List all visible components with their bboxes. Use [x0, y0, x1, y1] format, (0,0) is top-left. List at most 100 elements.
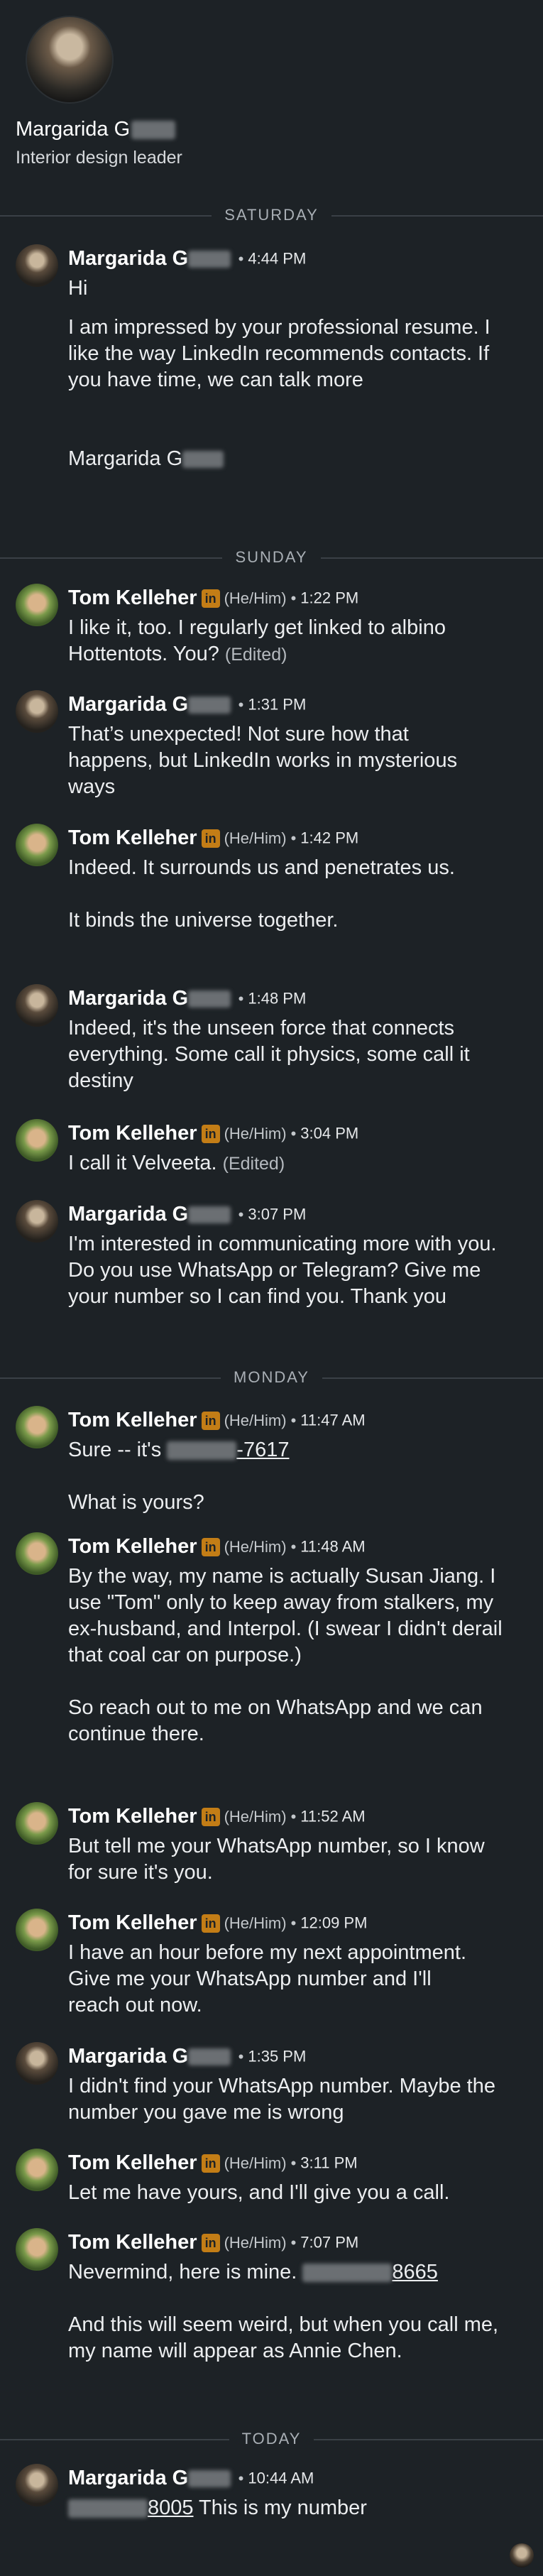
phone-link[interactable]: 8665	[392, 2261, 438, 2283]
message-author[interactable]: Tom Kelleher	[68, 826, 197, 849]
message-body: That’s unexpected! Not sure how that hap…	[68, 723, 458, 798]
pronouns: (He/Him)	[224, 1914, 287, 1932]
message-time: 12:09 PM	[300, 1914, 368, 1932]
message-author[interactable]: Margarida G	[68, 2045, 188, 2068]
message-body: Nevermind, here is mine. 8665 And this w…	[68, 2261, 499, 2362]
redacted-surname	[188, 250, 231, 268]
message-item: Tom Kelleher in (He/Him) • 11:47 AM Sure -- …	[0, 1406, 543, 1519]
linkedin-premium-icon: in	[201, 589, 220, 608]
message-item: Margarida G • 3:07 PM I'm interested in c…	[0, 1200, 543, 1356]
message-author[interactable]: Tom Kelleher	[68, 1911, 197, 1934]
message-body: I have an hour before my next appointmen…	[68, 1941, 467, 2016]
phone-link[interactable]: 8005	[148, 2496, 194, 2519]
avatar[interactable]	[16, 1532, 58, 1575]
avatar[interactable]	[16, 1200, 58, 1243]
profile-name[interactable]: Margarida G	[16, 118, 176, 141]
message-author[interactable]: Margarida G	[68, 2467, 188, 2489]
message-body: Hi I am impressed by your professional r…	[68, 277, 490, 470]
avatar[interactable]	[16, 584, 58, 626]
linkedin-premium-icon: in	[201, 1411, 220, 1430]
edited-label: (Edited)	[224, 645, 287, 665]
redacted-surname	[131, 121, 176, 140]
pronouns: (He/Him)	[224, 1537, 287, 1556]
message-author[interactable]: Margarida G	[68, 693, 188, 716]
message-time: 1:22 PM	[300, 589, 359, 607]
message-author[interactable]: Margarida G	[68, 247, 188, 270]
message-item: Tom Kelleher in (He/Him) • 3:04 PM I call it…	[0, 1119, 543, 1197]
redacted-surname	[182, 451, 224, 469]
pronouns: (He/Him)	[224, 1124, 287, 1142]
avatar[interactable]	[16, 984, 58, 1027]
redacted-surname	[188, 990, 231, 1008]
linkedin-premium-icon: in	[201, 1124, 220, 1143]
message-author[interactable]: Tom Kelleher	[68, 1122, 197, 1145]
avatar[interactable]	[16, 2228, 58, 2271]
message-author[interactable]: Tom Kelleher	[68, 2231, 197, 2254]
linkedin-premium-icon: in	[201, 2154, 220, 2173]
message-author[interactable]: Margarida G	[68, 987, 188, 1010]
profile-headline: Interior design leader	[16, 148, 182, 168]
avatar[interactable]	[16, 2464, 58, 2506]
message-time: 3:11 PM	[300, 2154, 358, 2172]
avatar[interactable]	[16, 2042, 58, 2085]
message-item: Margarida G • 4:44 PM Hi I am impressed b…	[0, 244, 543, 514]
message-time: 1:31 PM	[248, 695, 307, 714]
message-item: Tom Kelleher in (He/Him) • 1:42 PM Indeed. I…	[0, 824, 543, 980]
phone-link[interactable]: -7617	[236, 1439, 289, 1461]
message-time: 3:04 PM	[300, 1124, 359, 1142]
message-time: 4:44 PM	[248, 249, 307, 268]
redacted-surname	[188, 1206, 231, 1223]
message-body: Let me have yours, and I'll give you a c…	[68, 2181, 450, 2204]
redacted-surname	[188, 2048, 231, 2065]
message-item: Tom Kelleher in (He/Him) • 11:52 AM But tell…	[0, 1802, 543, 1901]
message-item: Margarida G • 1:48 PM Indeed, it's the un…	[0, 984, 543, 1112]
pronouns: (He/Him)	[224, 2233, 287, 2252]
message-item: Tom Kelleher in (He/Him) • 3:11 PM Let me ha…	[0, 2149, 543, 2220]
message-body: I call it Velveeta. (Edited)	[68, 1152, 285, 1174]
message-body: 8005 This is my number	[68, 2495, 501, 2521]
redacted-surname	[188, 696, 231, 714]
message-time: 11:52 AM	[300, 1807, 366, 1825]
pronouns: (He/Him)	[224, 2154, 287, 2172]
pronouns: (He/Him)	[224, 589, 287, 607]
message-author[interactable]: Margarida G	[68, 1203, 188, 1226]
message-body: But tell me your WhatsApp number, so I k…	[68, 1835, 485, 1884]
redacted-surname	[188, 2469, 231, 2487]
message-body: Indeed, it's the unseen force that conne…	[68, 1017, 470, 1092]
avatar[interactable]	[16, 1119, 58, 1162]
profile-avatar[interactable]	[26, 16, 114, 104]
edited-label: (Edited)	[222, 1154, 285, 1174]
message-author[interactable]: Tom Kelleher	[68, 1805, 197, 1828]
message-author[interactable]: Tom Kelleher	[68, 1535, 197, 1558]
message-author[interactable]: Tom Kelleher	[68, 1409, 197, 1431]
message-body: I like it, too. I regularly get linked t…	[68, 616, 446, 665]
pronouns: (He/Him)	[224, 829, 287, 847]
avatar[interactable]	[16, 2149, 58, 2191]
day-label-saturday: SATURDAY	[0, 206, 543, 224]
message-item: Tom Kelleher in (He/Him) • 12:09 PM I have a…	[0, 1909, 543, 2036]
message-body: Sure -- it's -7617 What is yours?	[68, 1439, 290, 1514]
message-time: 1:42 PM	[300, 829, 359, 847]
conversation-header: Margarida G Interior design leader	[0, 0, 543, 213]
avatar[interactable]	[16, 690, 58, 733]
message-item: Margarida G • 1:31 PM That’s unexpected! …	[0, 690, 543, 818]
avatar[interactable]	[16, 824, 58, 866]
message-time: 3:07 PM	[248, 1205, 307, 1223]
message-item: Margarida G • 10:44 AM 8005 This is my nu…	[0, 2464, 543, 2542]
message-author[interactable]: Tom Kelleher	[68, 2151, 197, 2174]
avatar[interactable]	[16, 1406, 58, 1448]
avatar[interactable]	[16, 1909, 58, 1951]
redacted-phone	[167, 1441, 237, 1461]
message-item: Tom Kelleher in (He/Him) • 1:22 PM I like it…	[0, 584, 543, 683]
linkedin-premium-icon: in	[201, 1914, 220, 1933]
message-body: I'm interested in communicating more wit…	[68, 1233, 497, 1308]
avatar[interactable]	[16, 244, 58, 287]
avatar[interactable]	[16, 1802, 58, 1845]
message-time: 10:44 AM	[248, 2469, 314, 2487]
message-time: 11:47 AM	[300, 1411, 366, 1429]
message-time: 1:48 PM	[248, 989, 307, 1008]
linkedin-premium-icon: in	[201, 2233, 220, 2252]
message-item: Tom Kelleher in (He/Him) • 7:07 PM Nevermind…	[0, 2228, 543, 2413]
linkedin-premium-icon: in	[201, 1537, 220, 1556]
message-author[interactable]: Tom Kelleher	[68, 586, 197, 609]
